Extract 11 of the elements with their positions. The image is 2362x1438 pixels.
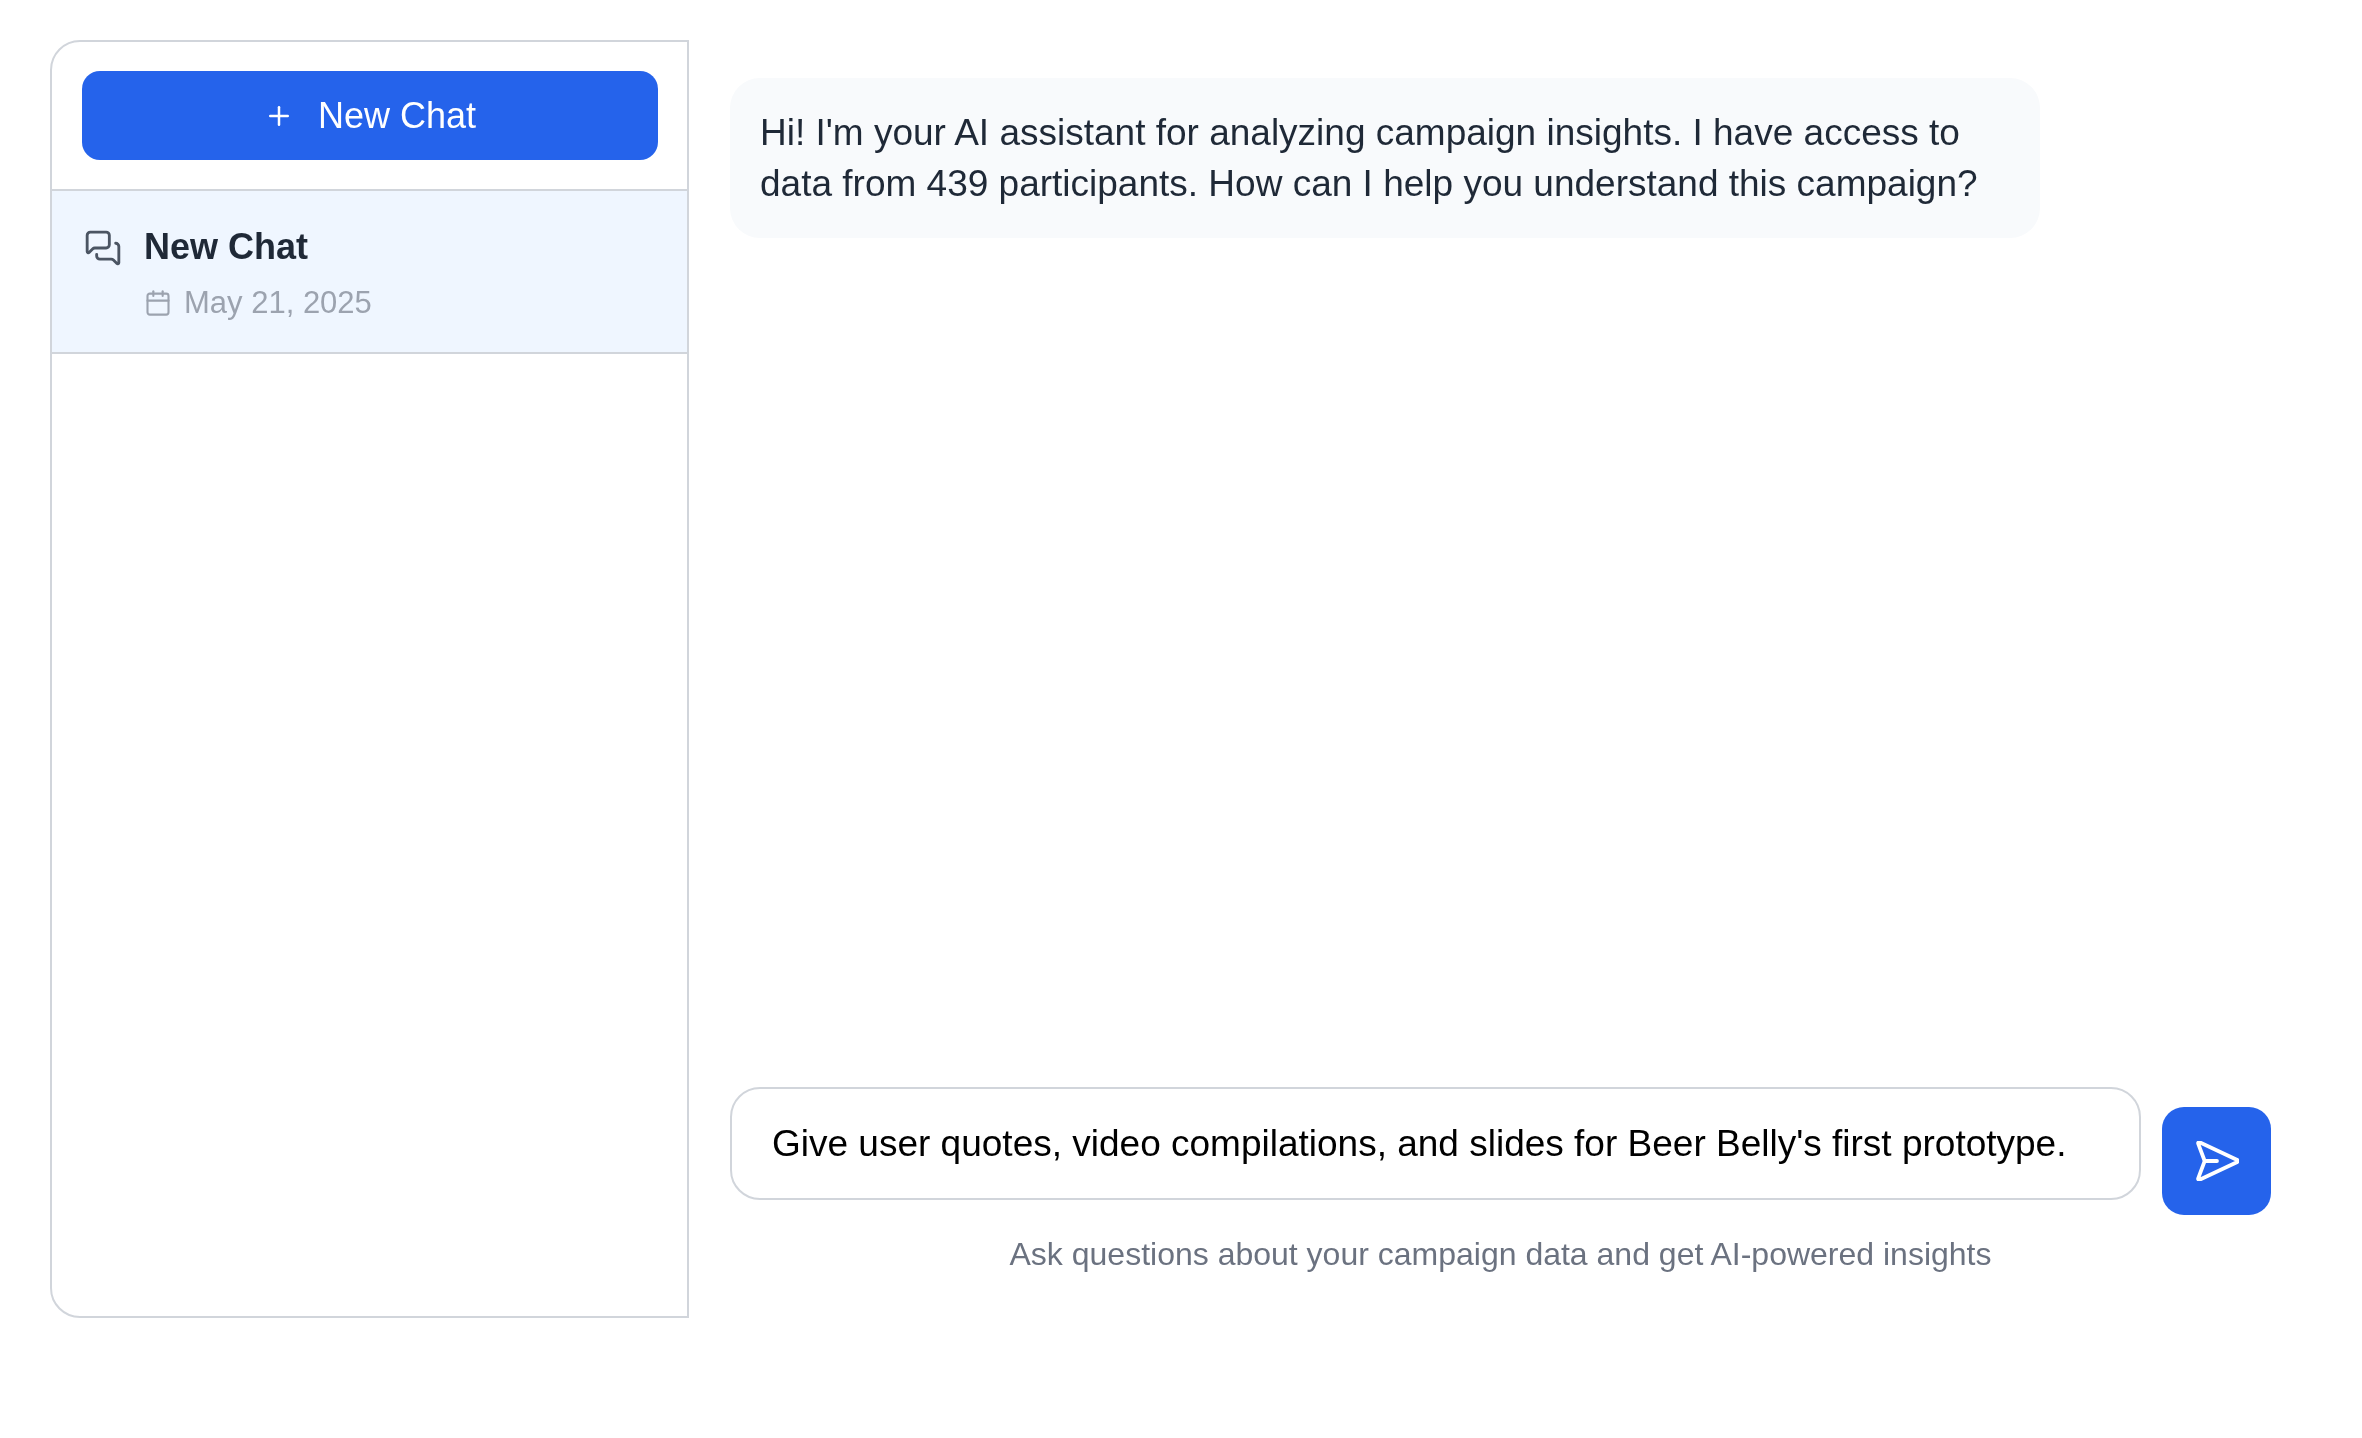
new-chat-button[interactable]: New Chat — [82, 71, 658, 160]
assistant-message: Hi! I'm your AI assistant for analyzing campaign insights. I have access to data from 439 participants. How can I help you understand this campaign? — [730, 78, 2040, 238]
helper-text: Ask questions about your campaign data and get AI-powered insights — [1008, 1235, 1993, 1273]
message-input[interactable]: Give user quotes, video compilations, and slides for Beer Belly's first prototype. — [730, 1087, 2141, 1200]
chat-bubbles-icon — [84, 229, 122, 267]
chat-date: May 21, 2025 — [184, 284, 372, 322]
send-icon — [2194, 1141, 2239, 1181]
calendar-icon — [144, 289, 172, 317]
send-button[interactable] — [2162, 1107, 2271, 1215]
chat-list-item[interactable]: New Chat May 21, 2025 — [52, 191, 687, 354]
chat-title: New Chat — [144, 225, 310, 269]
